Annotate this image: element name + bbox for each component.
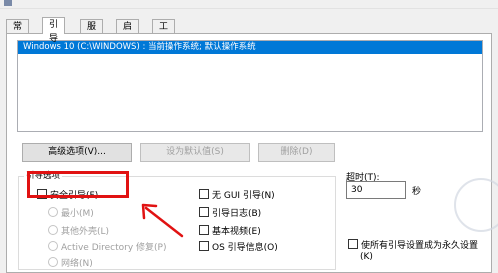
minimal-label: 最小(M) <box>61 209 94 219</box>
checkbox-box <box>348 239 358 249</box>
tab-startup[interactable]: 启动 <box>116 19 140 46</box>
window-title-strip <box>0 0 498 9</box>
os-boot-info-checkbox[interactable]: OS 引导信息(O) <box>199 241 278 253</box>
radio-dot <box>48 207 58 217</box>
advanced-options-button[interactable]: 高级选项(V)... <box>22 143 132 162</box>
delete-button[interactable]: 删除(D) <box>258 143 335 162</box>
alternate-shell-radio[interactable]: 其他外壳(L) <box>48 225 109 237</box>
timeout-unit: 秒 <box>412 187 422 197</box>
network-radio[interactable]: 网络(N) <box>48 257 93 269</box>
tab-general[interactable]: 常规 <box>6 19 30 46</box>
annotation-arrow-icon <box>141 203 184 238</box>
ad-repair-radio[interactable]: Active Directory 修复(P) <box>48 241 167 253</box>
tab-boot[interactable]: 引导 <box>42 17 66 44</box>
no-gui-boot-checkbox[interactable]: 无 GUI 引导(N) <box>199 189 275 201</box>
permanent-settings-suffix: (K) <box>360 252 373 262</box>
os-list-item[interactable]: Windows 10 (C:\WINDOWS) : 当前操作系统; 默认操作系统 <box>18 41 482 54</box>
radio-dot <box>48 241 58 251</box>
os-list[interactable]: Windows 10 (C:\WINDOWS) : 当前操作系统; 默认操作系统 <box>17 40 483 132</box>
no-gui-boot-label: 无 GUI 引导(N) <box>212 191 275 201</box>
tab-services[interactable]: 服务 <box>80 19 104 46</box>
tab-tools[interactable]: 工具 <box>152 19 176 46</box>
app-icon <box>4 0 12 6</box>
boot-log-checkbox[interactable]: 引导日志(B) <box>199 207 261 219</box>
minimal-radio[interactable]: 最小(M) <box>48 207 94 219</box>
permanent-settings-checkbox[interactable]: 使所有引导设置成为永久设置 <box>348 239 478 251</box>
radio-dot <box>48 225 58 235</box>
permanent-settings-label: 使所有引导设置成为永久设置 <box>361 241 479 251</box>
boot-log-label: 引导日志(B) <box>212 209 262 219</box>
highlight-box <box>27 171 129 198</box>
timeout-input[interactable]: 30 <box>346 181 406 199</box>
set-default-button[interactable]: 设为默认值(S) <box>140 143 250 162</box>
os-boot-info-label: OS 引导信息(O) <box>212 243 278 253</box>
checkbox-box <box>199 225 209 235</box>
checkbox-box <box>199 207 209 217</box>
ad-repair-label: Active Directory 修复(P) <box>61 243 167 253</box>
network-label: 网络(N) <box>61 259 93 269</box>
base-video-checkbox[interactable]: 基本视频(E) <box>199 225 261 237</box>
checkbox-box <box>199 189 209 199</box>
base-video-label: 基本视频(E) <box>212 227 261 237</box>
alternate-shell-label: 其他外壳(L) <box>61 227 110 237</box>
radio-dot <box>48 257 58 267</box>
checkbox-box <box>199 241 209 251</box>
